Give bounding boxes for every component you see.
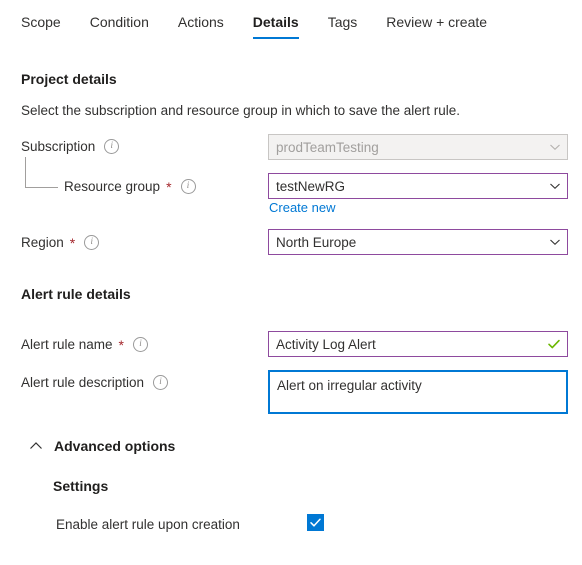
- chevron-up-icon: [28, 438, 44, 454]
- alert-rule-description-textarea[interactable]: Alert on irregular activity: [268, 370, 568, 414]
- alert-rule-description-label-text: Alert rule description: [21, 375, 145, 390]
- alert-rule-name-info-icon[interactable]: [133, 337, 148, 352]
- tab-actions-label: Actions: [177, 14, 224, 30]
- region-required-asterisk: *: [69, 234, 76, 251]
- alert-rule-name-label: Alert rule name *: [21, 337, 148, 352]
- tab-details-label: Details: [252, 14, 299, 30]
- checkmark-valid-icon: [547, 337, 561, 351]
- subscription-label-text: Subscription: [21, 139, 96, 154]
- alert-rule-name-required-asterisk: *: [118, 336, 124, 353]
- subscription-label: Subscription: [21, 139, 120, 154]
- chevron-down-icon: [549, 236, 561, 248]
- create-new-resource-group-link[interactable]: Create new: [269, 200, 335, 215]
- resource-group-info-icon[interactable]: [180, 179, 196, 194]
- resource-group-label-text: Resource group: [64, 179, 161, 194]
- settings-heading: Settings: [53, 478, 109, 494]
- alert-rule-details-heading: Alert rule details: [21, 286, 131, 302]
- resource-group-dropdown[interactable]: testNewRG: [268, 173, 568, 199]
- enable-alert-rule-checkbox[interactable]: [307, 514, 324, 531]
- enable-alert-rule-label: Enable alert rule upon creation: [56, 517, 240, 532]
- region-value: North Europe: [276, 234, 357, 250]
- tab-scope-label: Scope: [21, 14, 61, 30]
- tab-actions[interactable]: Actions: [178, 0, 224, 39]
- resource-group-label: Resource group *: [64, 179, 196, 194]
- tab-scope[interactable]: Scope: [21, 0, 61, 39]
- tab-review-create-label: Review + create: [386, 14, 488, 30]
- advanced-options-toggle[interactable]: Advanced options: [28, 438, 175, 454]
- alert-rule-name-input[interactable]: Activity Log Alert: [268, 331, 568, 357]
- chevron-down-icon: [549, 141, 561, 153]
- chevron-down-icon: [549, 180, 561, 192]
- subscription-dropdown: prodTeamTesting: [268, 134, 568, 160]
- region-info-icon[interactable]: [84, 235, 100, 250]
- tab-bar: Scope Condition Actions Details Tags Rev…: [0, 0, 582, 48]
- tab-details[interactable]: Details: [252, 0, 299, 39]
- tab-condition-label: Condition: [89, 14, 149, 30]
- tab-review-create[interactable]: Review + create: [386, 0, 487, 39]
- resource-group-value: testNewRG: [276, 178, 346, 194]
- project-details-description: Select the subscription and resource gro…: [21, 103, 460, 118]
- tab-tags-label: Tags: [327, 14, 358, 30]
- subscription-info-icon[interactable]: [104, 139, 120, 154]
- region-label-text: Region: [21, 235, 64, 250]
- tab-condition[interactable]: Condition: [90, 0, 149, 39]
- region-label: Region *: [21, 234, 100, 251]
- tab-active-underline: [252, 37, 299, 39]
- tab-tags[interactable]: Tags: [328, 0, 358, 39]
- alert-rule-description-info-icon[interactable]: [153, 375, 169, 390]
- alert-rule-name-label-text: Alert rule name: [21, 337, 113, 352]
- subscription-value: prodTeamTesting: [276, 139, 379, 155]
- region-dropdown[interactable]: North Europe: [268, 229, 568, 255]
- alert-rule-name-value: Activity Log Alert: [276, 336, 376, 352]
- advanced-options-label: Advanced options: [54, 438, 176, 454]
- resource-group-required-asterisk: *: [166, 178, 172, 195]
- subscription-resource-group-tree-connector: [25, 157, 58, 188]
- alert-rule-description-label: Alert rule description: [21, 375, 169, 390]
- project-details-heading: Project details: [21, 71, 117, 87]
